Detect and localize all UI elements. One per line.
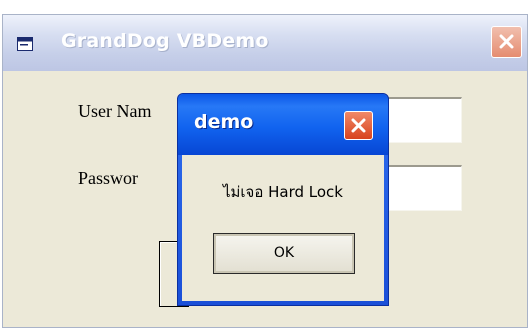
app-window-icon xyxy=(17,37,33,51)
message-box: demo ไม่เจอ Hard Lock OK xyxy=(177,93,389,306)
close-icon xyxy=(499,34,514,49)
user-name-label: User Nam xyxy=(78,101,152,121)
close-icon xyxy=(351,118,366,133)
message-box-title: demo xyxy=(194,111,254,133)
message-box-titlebar[interactable]: demo xyxy=(178,94,388,155)
main-titlebar[interactable]: GrandDog VBDemo xyxy=(3,15,527,71)
password-label: Passwor xyxy=(78,168,139,188)
ok-button[interactable]: OK xyxy=(213,233,355,274)
message-box-close-button[interactable] xyxy=(344,111,373,140)
message-box-body: ไม่เจอ Hard Lock OK xyxy=(182,155,384,301)
message-text: ไม่เจอ Hard Lock xyxy=(223,183,343,201)
window-title: GrandDog VBDemo xyxy=(61,30,269,52)
main-close-button[interactable] xyxy=(491,26,522,58)
